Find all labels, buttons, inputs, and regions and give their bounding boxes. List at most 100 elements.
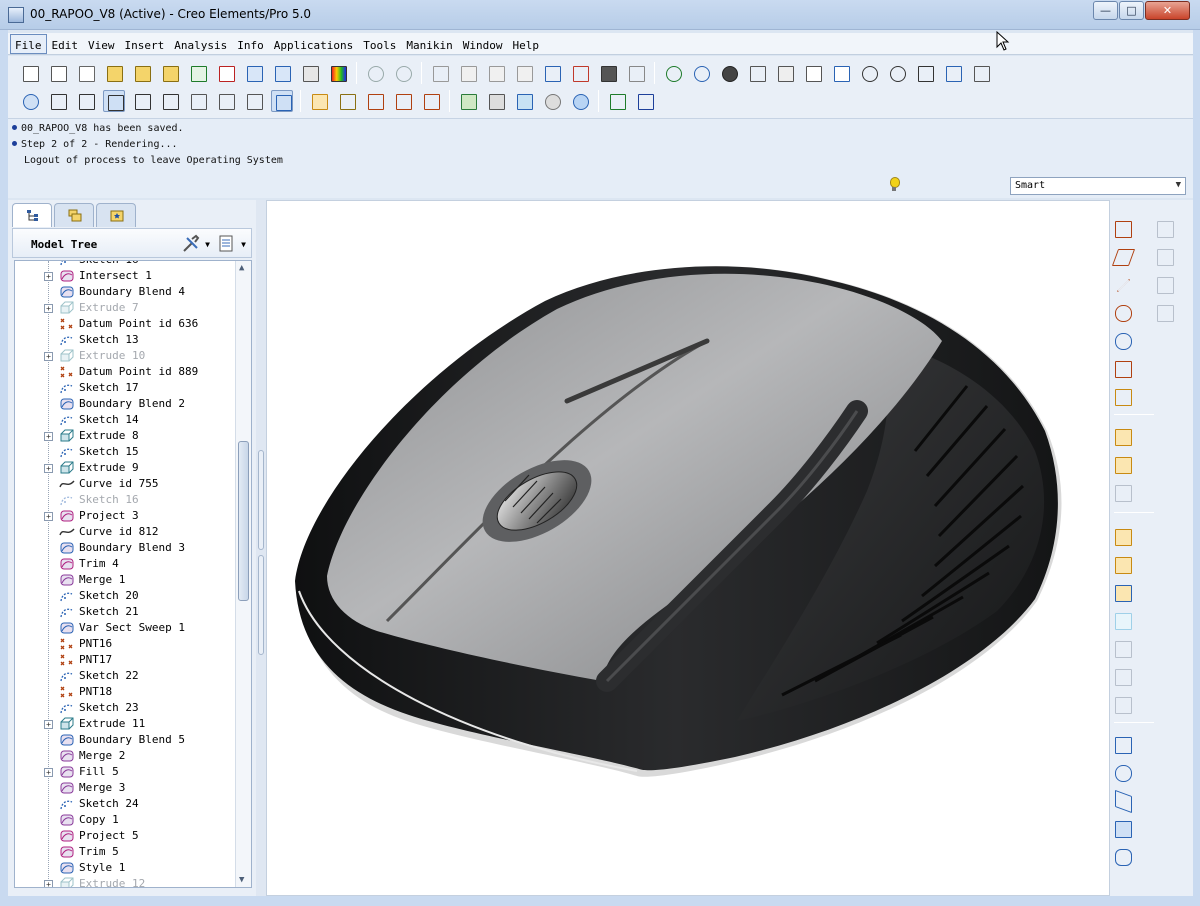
- tree-item[interactable]: + Extrude 8: [15, 428, 235, 444]
- csys-tool-icon[interactable]: [1112, 358, 1134, 380]
- zoom-out-icon[interactable]: [886, 62, 908, 84]
- saved-orient-icon[interactable]: [187, 90, 209, 112]
- regenerate-manager-icon[interactable]: [569, 62, 591, 84]
- refit-icon[interactable]: [914, 62, 936, 84]
- selection-filter-dropdown[interactable]: Smart ▼: [1010, 177, 1186, 195]
- tree-item[interactable]: Boundary Blend 3: [15, 540, 235, 556]
- datum-plane-tool-icon[interactable]: [1112, 246, 1134, 268]
- regenerate-icon[interactable]: [541, 62, 563, 84]
- analysis-tool-icon[interactable]: [1112, 386, 1134, 408]
- tree-item[interactable]: Sketch 16: [15, 492, 235, 508]
- tree-item[interactable]: Copy 1: [15, 812, 235, 828]
- saved-views-icon[interactable]: [830, 62, 852, 84]
- expand-icon[interactable]: +: [44, 352, 53, 361]
- draft-tool-icon[interactable]: [1112, 694, 1134, 716]
- tab-model-tree[interactable]: [12, 203, 52, 227]
- creo-app-icon[interactable]: [8, 7, 24, 23]
- tree-item[interactable]: + Fill 5: [15, 764, 235, 780]
- close-button[interactable]: ✕: [1145, 1, 1190, 20]
- mouse-3d-model[interactable]: [267, 201, 1110, 896]
- standard-orient-icon[interactable]: [215, 90, 237, 112]
- tag-stack-icon[interactable]: [1112, 482, 1134, 504]
- tree-item[interactable]: Sketch 14: [15, 412, 235, 428]
- layers-icon[interactable]: [774, 62, 796, 84]
- copy-icon[interactable]: [457, 62, 479, 84]
- datum-axis-tool-icon[interactable]: [1112, 274, 1134, 296]
- tree-item[interactable]: + Extrude 12: [15, 876, 235, 887]
- menu-tools[interactable]: Tools: [358, 34, 401, 52]
- menu-manikin[interactable]: Manikin: [401, 34, 457, 52]
- edit-icon[interactable]: [159, 62, 181, 84]
- no-hidden-icon[interactable]: [103, 90, 125, 112]
- tree-item[interactable]: Sketch 15: [15, 444, 235, 460]
- tree-item[interactable]: Datum Point id 636: [15, 316, 235, 332]
- expand-icon[interactable]: +: [44, 464, 53, 473]
- menu-info[interactable]: Info: [232, 34, 269, 52]
- tab-folder-browser[interactable]: [54, 203, 94, 227]
- menu-file[interactable]: File: [10, 34, 47, 54]
- datum-point-tool-icon[interactable]: [1112, 218, 1134, 240]
- tree-item[interactable]: Var Sect Sweep 1: [15, 620, 235, 636]
- revolve-tool-icon[interactable]: [1112, 554, 1134, 576]
- wireframe-icon[interactable]: [47, 90, 69, 112]
- expand-icon[interactable]: +: [44, 880, 53, 887]
- boundary-blend-tool-icon[interactable]: [1112, 790, 1134, 812]
- tree-item[interactable]: PNT18: [15, 684, 235, 700]
- tree-item[interactable]: Curve id 755: [15, 476, 235, 492]
- sketch-view-icon[interactable]: [1154, 274, 1176, 296]
- enhanced-realism-icon[interactable]: [159, 90, 181, 112]
- blend-tool-icon[interactable]: [1112, 610, 1134, 632]
- folder-icon[interactable]: [131, 62, 153, 84]
- datum-display-icon[interactable]: [662, 62, 684, 84]
- expand-icon[interactable]: +: [44, 432, 53, 441]
- paste-special-icon[interactable]: [513, 62, 535, 84]
- render-icon[interactable]: [457, 90, 479, 112]
- scene-icon[interactable]: [485, 90, 507, 112]
- tree-item[interactable]: Boundary Blend 5: [15, 732, 235, 748]
- tree-item[interactable]: + Extrude 11: [15, 716, 235, 732]
- chamfer-tool-icon[interactable]: [1112, 762, 1134, 784]
- spin-center-icon[interactable]: [690, 62, 712, 84]
- new-icon[interactable]: [19, 62, 41, 84]
- mirror-icon[interactable]: [1154, 218, 1176, 240]
- tree-settings-button[interactable]: ▼: [181, 234, 211, 254]
- open-folder-icon[interactable]: [103, 62, 125, 84]
- datum-points-icon[interactable]: [364, 90, 386, 112]
- menu-help[interactable]: Help: [507, 34, 544, 52]
- menu-window[interactable]: Window: [458, 34, 508, 52]
- graphics-window[interactable]: [266, 200, 1110, 896]
- annotations-icon[interactable]: [970, 62, 992, 84]
- tree-item[interactable]: + Extrude 7: [15, 300, 235, 316]
- sweep-tool-icon[interactable]: [1112, 582, 1134, 604]
- tree-item[interactable]: + Extrude 10: [15, 348, 235, 364]
- tree-item[interactable]: Sketch 22: [15, 668, 235, 684]
- context-help-icon[interactable]: [634, 90, 656, 112]
- maximize-button[interactable]: □: [1119, 1, 1144, 20]
- shading-icon[interactable]: [718, 62, 740, 84]
- tree-item[interactable]: Sketch 13: [15, 332, 235, 348]
- tag-group-icon[interactable]: [1112, 454, 1134, 476]
- shell-tool-icon[interactable]: [1112, 638, 1134, 660]
- menu-insert[interactable]: Insert: [120, 34, 170, 52]
- tree-item[interactable]: Datum Point id 889: [15, 364, 235, 380]
- cut-icon[interactable]: [429, 62, 451, 84]
- tree-item[interactable]: Curve id 812: [15, 524, 235, 540]
- minimize-button[interactable]: —: [1093, 1, 1118, 20]
- tree-item[interactable]: Sketch 20: [15, 588, 235, 604]
- splitter-grip[interactable]: [258, 450, 264, 550]
- tree-item[interactable]: Style 1: [15, 860, 235, 876]
- tree-item[interactable]: Sketch 17: [15, 380, 235, 396]
- zoom-in-icon[interactable]: [858, 62, 880, 84]
- scroll-down-icon[interactable]: ▼: [239, 875, 244, 885]
- tree-item[interactable]: + Intersect 1: [15, 268, 235, 284]
- lightbulb-icon[interactable]: [888, 177, 900, 193]
- expand-icon[interactable]: +: [44, 304, 53, 313]
- tree-item[interactable]: Merge 1: [15, 572, 235, 588]
- extrude-tool-icon[interactable]: [1112, 526, 1134, 548]
- blank-page-icon[interactable]: [75, 62, 97, 84]
- splitter-grip[interactable]: [258, 555, 264, 655]
- copy-paste-icon[interactable]: [1154, 246, 1176, 268]
- scroll-thumb[interactable]: [238, 441, 249, 601]
- expand-icon[interactable]: +: [44, 720, 53, 729]
- tree-item[interactable]: PNT16: [15, 636, 235, 652]
